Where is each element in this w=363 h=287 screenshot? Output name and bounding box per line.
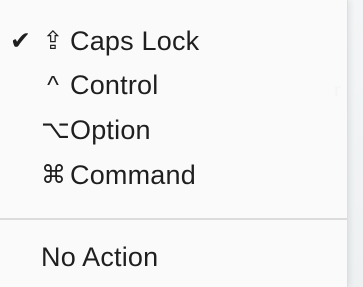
menu-item-label: Control [70,69,159,100]
menu-item-label: Command [70,159,196,190]
menu-item-no-action[interactable]: No Action [0,234,347,280]
control-key-icon: ^ [47,70,59,99]
command-key-icon: ⌘ [41,161,66,189]
menu-item-command[interactable]: ⌘ Command [0,152,347,198]
checkmark-icon: ✔ [10,27,31,55]
modifier-key-menu: ✔ ⇪ Caps Lock ^ Control ⌥ Option ⌘ Comma… [0,0,348,287]
menu-item-label: No Action [41,241,159,272]
option-key-icon: ⌥ [41,116,70,144]
menu-item-caps-lock[interactable]: ✔ ⇪ Caps Lock [0,18,347,64]
menu-item-label: Option [70,114,151,145]
menu-item-control[interactable]: ^ Control [0,62,347,108]
menu-item-option[interactable]: ⌥ Option [0,107,347,153]
menu-separator [0,218,347,220]
menu-item-label: Caps Lock [70,25,200,56]
caps-lock-icon: ⇪ [42,27,64,55]
